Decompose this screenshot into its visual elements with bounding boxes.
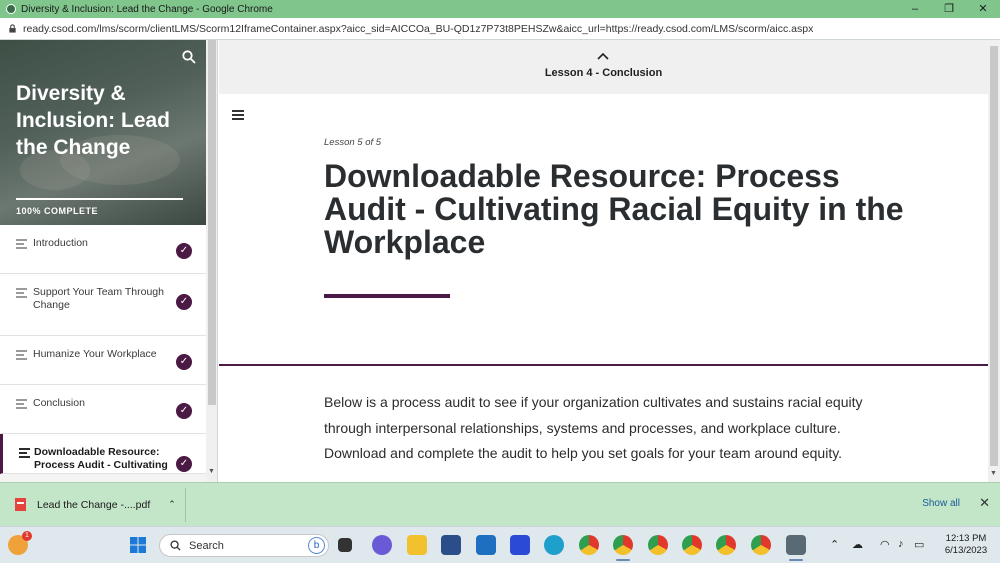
screen: Diversity & Inclusion: Lead the Change -… [0,0,1000,563]
file-explorer-icon[interactable] [407,535,427,555]
lesson-list: Introduction ✓ Support Your Team Through… [0,225,206,474]
checkmark-icon: ✓ [176,294,192,310]
checkmark-icon: ✓ [176,456,192,472]
taskbar: 1 Search b ⌃ ☁ ◠ ♪ ▭ 12:13 PM 6/13/2023 [0,526,1000,563]
section-divider [219,364,988,366]
window-controls: – ❐ ✕ [898,0,1000,18]
lesson-lines-icon [16,350,27,362]
wifi-icon[interactable]: ◠ [880,538,890,551]
chrome-icon[interactable] [751,535,771,555]
previous-lesson-nav[interactable]: Lesson 4 - Conclusion [219,40,988,94]
address-bar[interactable]: ready.csod.com/lms/scorm/clientLMS/Scorm… [0,18,1000,40]
lesson-label: Conclusion [33,397,85,409]
store-icon[interactable] [441,535,461,555]
download-item[interactable]: Lead the Change -....pdf ⌃ [0,487,186,522]
chevron-up-icon[interactable]: ⌃ [168,499,176,510]
downloads-bar: Lead the Change -....pdf ⌃ Show all ✕ [0,482,1000,526]
app-icon[interactable] [510,535,530,555]
window-titlebar: Diversity & Inclusion: Lead the Change -… [0,0,1000,18]
chrome-icon[interactable] [579,535,599,555]
checkmark-icon: ✓ [176,403,192,419]
search-icon[interactable] [182,50,196,64]
close-window-button[interactable]: ✕ [966,0,1000,18]
chrome-icon[interactable] [682,535,702,555]
close-downloads-bar-icon[interactable]: ✕ [979,495,990,511]
content-scrollbar[interactable]: ▼ [988,40,1000,482]
lesson-heading: Downloadable Resource: Process Audit - C… [324,158,904,260]
windows-start-icon[interactable] [128,535,148,555]
scroll-down-arrow-icon[interactable]: ▼ [208,468,215,475]
clock-time: 12:13 PM [945,533,987,544]
url-text[interactable]: ready.csod.com/lms/scorm/clientLMS/Scorm… [23,23,813,35]
lesson-item-humanize-your-workplace[interactable]: Humanize Your Workplace ✓ [0,336,206,385]
lesson-item-support-your-team[interactable]: Support Your Team Through Change ✓ [0,274,206,336]
active-app-indicator [789,559,803,561]
active-app-indicator [616,559,630,561]
site-favicon-icon [6,4,16,14]
calculator-icon[interactable] [786,535,806,555]
lock-icon [9,24,16,33]
lesson-label: Humanize Your Workplace [33,348,157,360]
lesson-number: Lesson 5 of 5 [324,137,382,148]
restore-button[interactable]: ❐ [932,0,966,18]
minimize-button[interactable]: – [898,0,932,18]
lesson-item-conclusion[interactable]: Conclusion ✓ [0,385,206,434]
notification-badge: 1 [22,531,32,541]
show-hidden-icons-icon[interactable]: ⌃ [830,538,839,551]
lesson-label: Introduction [33,237,88,249]
search-icon [170,540,181,551]
weather-widget-icon[interactable]: 1 [8,531,32,555]
course-header: Diversity & Inclusion: Lead the Change 1… [0,40,206,225]
scroll-down-arrow-icon[interactable]: ▼ [990,470,997,477]
chrome-icon[interactable] [648,535,668,555]
lesson-lines-icon [16,399,27,411]
previous-lesson-label: Lesson 4 - Conclusion [544,67,663,79]
download-file-name: Lead the Change -....pdf [37,498,151,511]
content-scrollbar-thumb[interactable] [990,46,998,466]
lesson-lines-icon [16,288,27,300]
course-sidebar: Diversity & Inclusion: Lead the Change 1… [0,40,218,482]
chrome-icon[interactable] [613,535,633,555]
lesson-content: Lesson 4 - Conclusion Lesson 5 of 5 Down… [219,40,1000,482]
lesson-item-downloadable-resource[interactable]: Downloadable Resource: Process Audit - C… [0,434,206,474]
mail-icon[interactable] [476,535,496,555]
sidebar-scrollbar-thumb[interactable] [208,40,216,405]
cloud-icon[interactable]: ☁ [852,538,863,551]
course-progress-label: 100% COMPLETE [16,206,99,216]
course-progress-bar [16,198,183,200]
clock-date: 6/13/2023 [944,545,988,556]
chevron-up-icon [597,52,609,60]
pdf-file-icon [15,498,26,511]
show-all-downloads-link[interactable]: Show all [922,498,960,509]
edge-browser-icon[interactable] [544,535,564,555]
taskbar-search-input[interactable]: Search b [159,534,329,557]
lesson-lines-icon [19,448,30,460]
lesson-label: Downloadable Resource: Process Audit - C… [34,446,168,471]
checkmark-icon: ✓ [176,354,192,370]
system-clock[interactable]: 12:13 PM 6/13/2023 [938,533,994,557]
menu-icon[interactable] [232,110,244,122]
lesson-item-introduction[interactable]: Introduction ✓ [0,225,206,274]
bing-icon[interactable]: b [308,537,325,554]
lesson-label: Support Your Team Through Change [33,286,164,311]
window-title: Diversity & Inclusion: Lead the Change -… [21,3,273,15]
checkmark-icon: ✓ [176,243,192,259]
chat-icon[interactable] [372,535,392,555]
course-title: Diversity & Inclusion: Lead the Change [16,82,171,159]
search-placeholder: Search [189,539,224,552]
volume-icon[interactable]: ♪ [898,538,904,550]
task-view-icon[interactable] [338,538,352,552]
heading-accent-bar [324,294,450,298]
lesson-lines-icon [16,239,27,251]
chrome-icon[interactable] [716,535,736,555]
lesson-body-text: Below is a process audit to see if your … [324,394,863,461]
sidebar-scrollbar[interactable]: ▼ [206,40,217,482]
battery-icon[interactable]: ▭ [914,538,924,551]
